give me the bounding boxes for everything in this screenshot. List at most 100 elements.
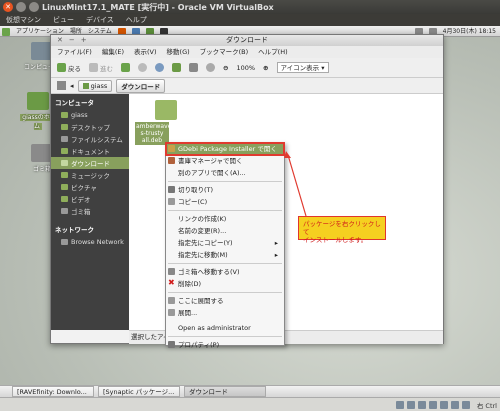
sidebar-item-pictures[interactable]: ピクチャ — [51, 181, 129, 193]
menu-view[interactable]: 表示(V) — [134, 46, 157, 58]
menu-item-label: コピー(C) — [178, 198, 208, 206]
sidebar-item-browse-network[interactable]: Browse Network — [51, 236, 129, 248]
toggle-location-icon[interactable] — [57, 81, 66, 90]
sidebar-item-label: デスクトップ — [71, 124, 110, 132]
sidebar-item-desktop[interactable]: デスクトップ — [51, 121, 129, 133]
forward-button[interactable]: 進む — [89, 63, 113, 73]
home-folder-icon — [27, 92, 49, 110]
display-icon[interactable] — [440, 401, 448, 409]
taskbar-item-browser[interactable]: [RAVEfinity: Downlo... — [12, 386, 94, 397]
network-icon — [61, 239, 68, 245]
menu-file[interactable]: ファイル(F) — [57, 46, 92, 58]
menu-item-label: GDebi Package Installer で開く(O) — [178, 145, 277, 165]
menu-separator — [168, 210, 282, 211]
sidebar-item-home[interactable]: giass — [51, 109, 129, 121]
back-button[interactable]: 戻る — [57, 63, 81, 73]
file-manager-menubar: ファイル(F) 編集(E) 表示(V) 移動(G) ブックマーク(B) ヘルプ(… — [51, 46, 443, 58]
menu-help[interactable]: ヘルプ(H) — [258, 46, 287, 58]
path-left-arrow-icon[interactable]: ◂ — [70, 82, 74, 90]
maximize-window-button[interactable] — [29, 2, 39, 12]
crumb-downloads[interactable]: ダウンロード — [116, 78, 166, 93]
menu-item-rename[interactable]: 名前の変更(R)... — [166, 225, 284, 237]
sidebar-item-music[interactable]: ミュージック — [51, 169, 129, 181]
zoom-out-icon[interactable]: ⊖ — [223, 64, 228, 72]
close-window-button[interactable]: ✕ — [3, 2, 13, 12]
hdd-icon[interactable] — [396, 401, 404, 409]
callout-line: インストールします。 — [303, 236, 368, 244]
path-bar: ◂ giass ダウンロード — [51, 78, 443, 94]
file-label[interactable]: amberwave s-trusty all.deb — [135, 122, 172, 145]
menu-item-label: リンクの作成(K) — [178, 215, 227, 223]
menu-item-label: Open as administrator — [178, 324, 251, 332]
home-crumb-icon — [82, 82, 89, 89]
places-sidebar: コンピュータ giass デスクトップ ファイルシステム ドキュメント ダウンロ… — [51, 94, 129, 330]
desktop-trash-label: ゴミ箱 — [32, 166, 51, 173]
menu-item-label: 指定先にコピー(Y) — [178, 239, 233, 247]
sidebar-item-documents[interactable]: ドキュメント — [51, 145, 129, 157]
menu-item-make-link[interactable]: リンクの作成(K) — [166, 213, 284, 225]
menu-item-move-to-trash[interactable]: ゴミ箱へ移動する(V) — [166, 266, 284, 278]
crumb-home[interactable]: giass — [77, 79, 113, 92]
sidebar-item-label: ゴミ箱 — [71, 208, 91, 216]
stop-icon[interactable] — [138, 63, 147, 72]
delete-icon: ✖ — [168, 278, 175, 287]
view-mode-label: アイコン表示 — [280, 64, 320, 72]
vbox-menu-help[interactable]: ヘルプ — [126, 14, 147, 26]
menu-item-properties[interactable]: プロパティ(P) — [166, 339, 284, 351]
menu-item-open-with[interactable]: 別のアプリで開く(A)... — [166, 167, 284, 179]
music-folder-icon — [61, 172, 68, 178]
menu-go[interactable]: 移動(G) — [167, 46, 190, 58]
up-arrow-icon[interactable] — [121, 63, 130, 72]
menu-separator — [168, 263, 282, 264]
optical-drive-icon[interactable] — [407, 401, 415, 409]
menu-item-open-archive[interactable]: 書庫マネージャで開く — [166, 155, 284, 167]
window-buttons[interactable]: ✕−+ — [57, 35, 93, 46]
reload-icon[interactable] — [155, 63, 164, 72]
sidebar-heading-network: ネットワーク — [55, 226, 94, 234]
submenu-arrow-icon: ▸ — [274, 251, 278, 259]
file-label-line: amberwave — [136, 123, 172, 130]
zoom-level[interactable]: 100% — [236, 64, 255, 72]
deb-package-icon[interactable] — [155, 100, 177, 120]
panel-clock[interactable]: 4月30日(木) 18:15 — [443, 26, 496, 37]
menu-item-delete[interactable]: ✖ 削除(D) — [166, 278, 284, 290]
menu-item-open-as-admin[interactable]: Open as administrator — [166, 322, 284, 334]
network-adapter-icon[interactable] — [451, 401, 459, 409]
home-icon[interactable] — [172, 63, 181, 72]
taskbar-item-downloads[interactable]: ダウンロード — [184, 386, 266, 397]
mint-menu-icon[interactable] — [2, 27, 10, 36]
menu-item-copy[interactable]: コピー(C) — [166, 196, 284, 208]
vbox-menu-machine[interactable]: 仮想マシン — [6, 14, 41, 26]
zoom-in-icon[interactable]: ⊕ — [263, 64, 268, 72]
package-icon — [168, 145, 175, 152]
shared-folder-icon[interactable] — [429, 401, 437, 409]
search-icon[interactable] — [206, 63, 215, 72]
file-label-line: all.deb — [141, 137, 163, 144]
view-mode-select[interactable]: アイコン表示 ▾ — [276, 62, 329, 73]
sidebar-item-videos[interactable]: ビデオ — [51, 193, 129, 205]
menu-item-label: 削除(D) — [178, 280, 202, 288]
vbox-menu-devices[interactable]: デバイス — [86, 14, 114, 26]
taskbar-item-synaptic[interactable]: [Synaptic パッケージ... — [98, 386, 180, 397]
trash-icon — [168, 268, 175, 275]
extract-to-icon — [168, 309, 175, 316]
computer-icon[interactable] — [189, 63, 198, 72]
menu-item-extract-here[interactable]: ここに展開する — [166, 295, 284, 307]
menu-item-extract-to[interactable]: 展開... — [166, 307, 284, 319]
sidebar-item-trash[interactable]: ゴミ箱 — [51, 205, 129, 217]
sidebar-item-label: giass — [71, 111, 88, 119]
menu-item-move-to[interactable]: 指定先に移動(M) ▸ — [166, 249, 284, 261]
cut-icon — [168, 186, 175, 193]
menu-edit[interactable]: 編集(E) — [102, 46, 124, 58]
sidebar-item-filesystem[interactable]: ファイルシステム — [51, 133, 129, 145]
sidebar-item-downloads[interactable]: ダウンロード — [51, 157, 129, 169]
vbox-menu-view[interactable]: ビュー — [53, 14, 74, 26]
usb-icon[interactable] — [418, 401, 426, 409]
menu-item-copy-to[interactable]: 指定先にコピー(Y) ▸ — [166, 237, 284, 249]
capture-icon[interactable] — [462, 401, 470, 409]
annotation-callout: パッケージを右クリックして インストールします。 — [298, 216, 386, 244]
minimize-window-button[interactable] — [16, 2, 26, 12]
menu-item-cut[interactable]: 切り取り(T) — [166, 184, 284, 196]
menu-bookmarks[interactable]: ブックマーク(B) — [200, 46, 249, 58]
menu-item-open-gdebi[interactable]: GDebi Package Installer で開く(O) — [165, 142, 285, 165]
